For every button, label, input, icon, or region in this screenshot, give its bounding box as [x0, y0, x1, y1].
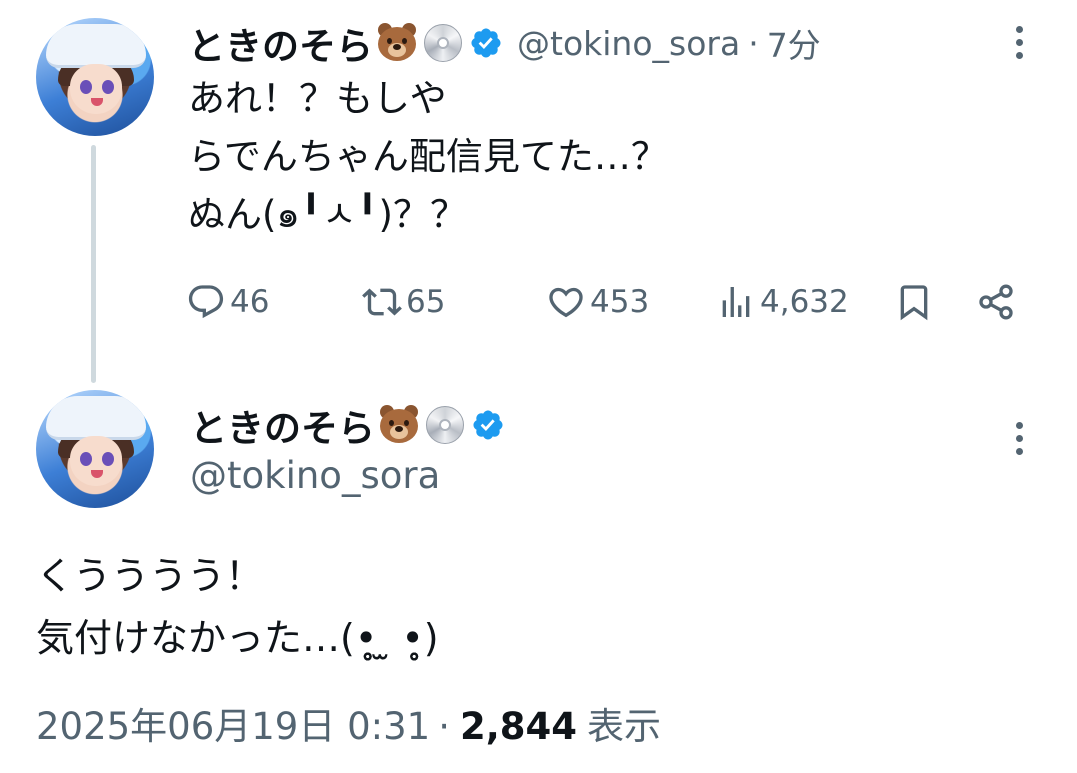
retweet-count: 65 [406, 284, 446, 320]
reply-button[interactable]: 46 [186, 276, 269, 328]
verified-badge-icon[interactable] [469, 26, 503, 60]
share-button[interactable] [976, 276, 1016, 328]
bookmark-icon [900, 285, 928, 321]
views-count: 2,844 [459, 705, 577, 748]
views-label: 表示 [587, 705, 661, 748]
timestamp[interactable]: 7分 [767, 19, 821, 67]
action-bar: 46 65 453 4,632 [186, 276, 1026, 328]
reply-icon [188, 285, 224, 319]
bear-emoji-icon [375, 21, 419, 65]
tweet-footer: 2025年06月19日 0:31 · 2,844 表示 [36, 696, 661, 750]
bookmark-button[interactable] [894, 276, 934, 328]
disc-emoji-icon [423, 403, 467, 447]
avatar[interactable] [36, 18, 154, 136]
disc-emoji-icon [421, 21, 465, 65]
avatar[interactable] [36, 390, 154, 508]
separator: · [438, 705, 450, 748]
display-name[interactable]: ときのそら [188, 16, 373, 70]
reply-count: 46 [230, 284, 270, 320]
main-text: くうううう！ 気付けなかった…(•̥̥̥ ̫ •̥̥̥) [36, 554, 439, 660]
retweet-button[interactable]: 65 [362, 276, 445, 328]
reply-text: あれ！？もしや らでんちゃん配信見てた…？ ぬん(๑╹ㅅ╹)？？ [188, 77, 668, 236]
reply-header: ときのそら @tokino_sora · 7分 [188, 18, 821, 68]
views-button[interactable]: 4,632 [716, 276, 849, 328]
like-count: 453 [590, 284, 650, 320]
like-button[interactable]: 453 [546, 276, 649, 328]
main-header: ときのそら [190, 400, 505, 450]
display-name[interactable]: ときのそら [190, 398, 375, 452]
more-options-icon[interactable] [1004, 416, 1034, 460]
heart-icon [549, 287, 583, 318]
post-timestamp[interactable]: 2025年06月19日 0:31 [36, 696, 430, 750]
tweet-thread: ときのそら @tokino_sora · 7分 あれ！？もしや らでんちゃん配信… [0, 0, 1077, 773]
views-count: 4,632 [760, 284, 849, 320]
more-options-icon[interactable] [1004, 20, 1034, 64]
views-chart-icon [722, 287, 750, 317]
retweet-icon [362, 288, 402, 316]
separator: · [748, 23, 759, 63]
share-icon [979, 284, 1013, 320]
bear-emoji-icon [377, 403, 421, 447]
handle[interactable]: @tokino_sora [517, 24, 740, 63]
thread-line [91, 145, 96, 383]
verified-badge-icon[interactable] [471, 408, 505, 442]
handle[interactable]: @tokino_sora [190, 454, 440, 497]
